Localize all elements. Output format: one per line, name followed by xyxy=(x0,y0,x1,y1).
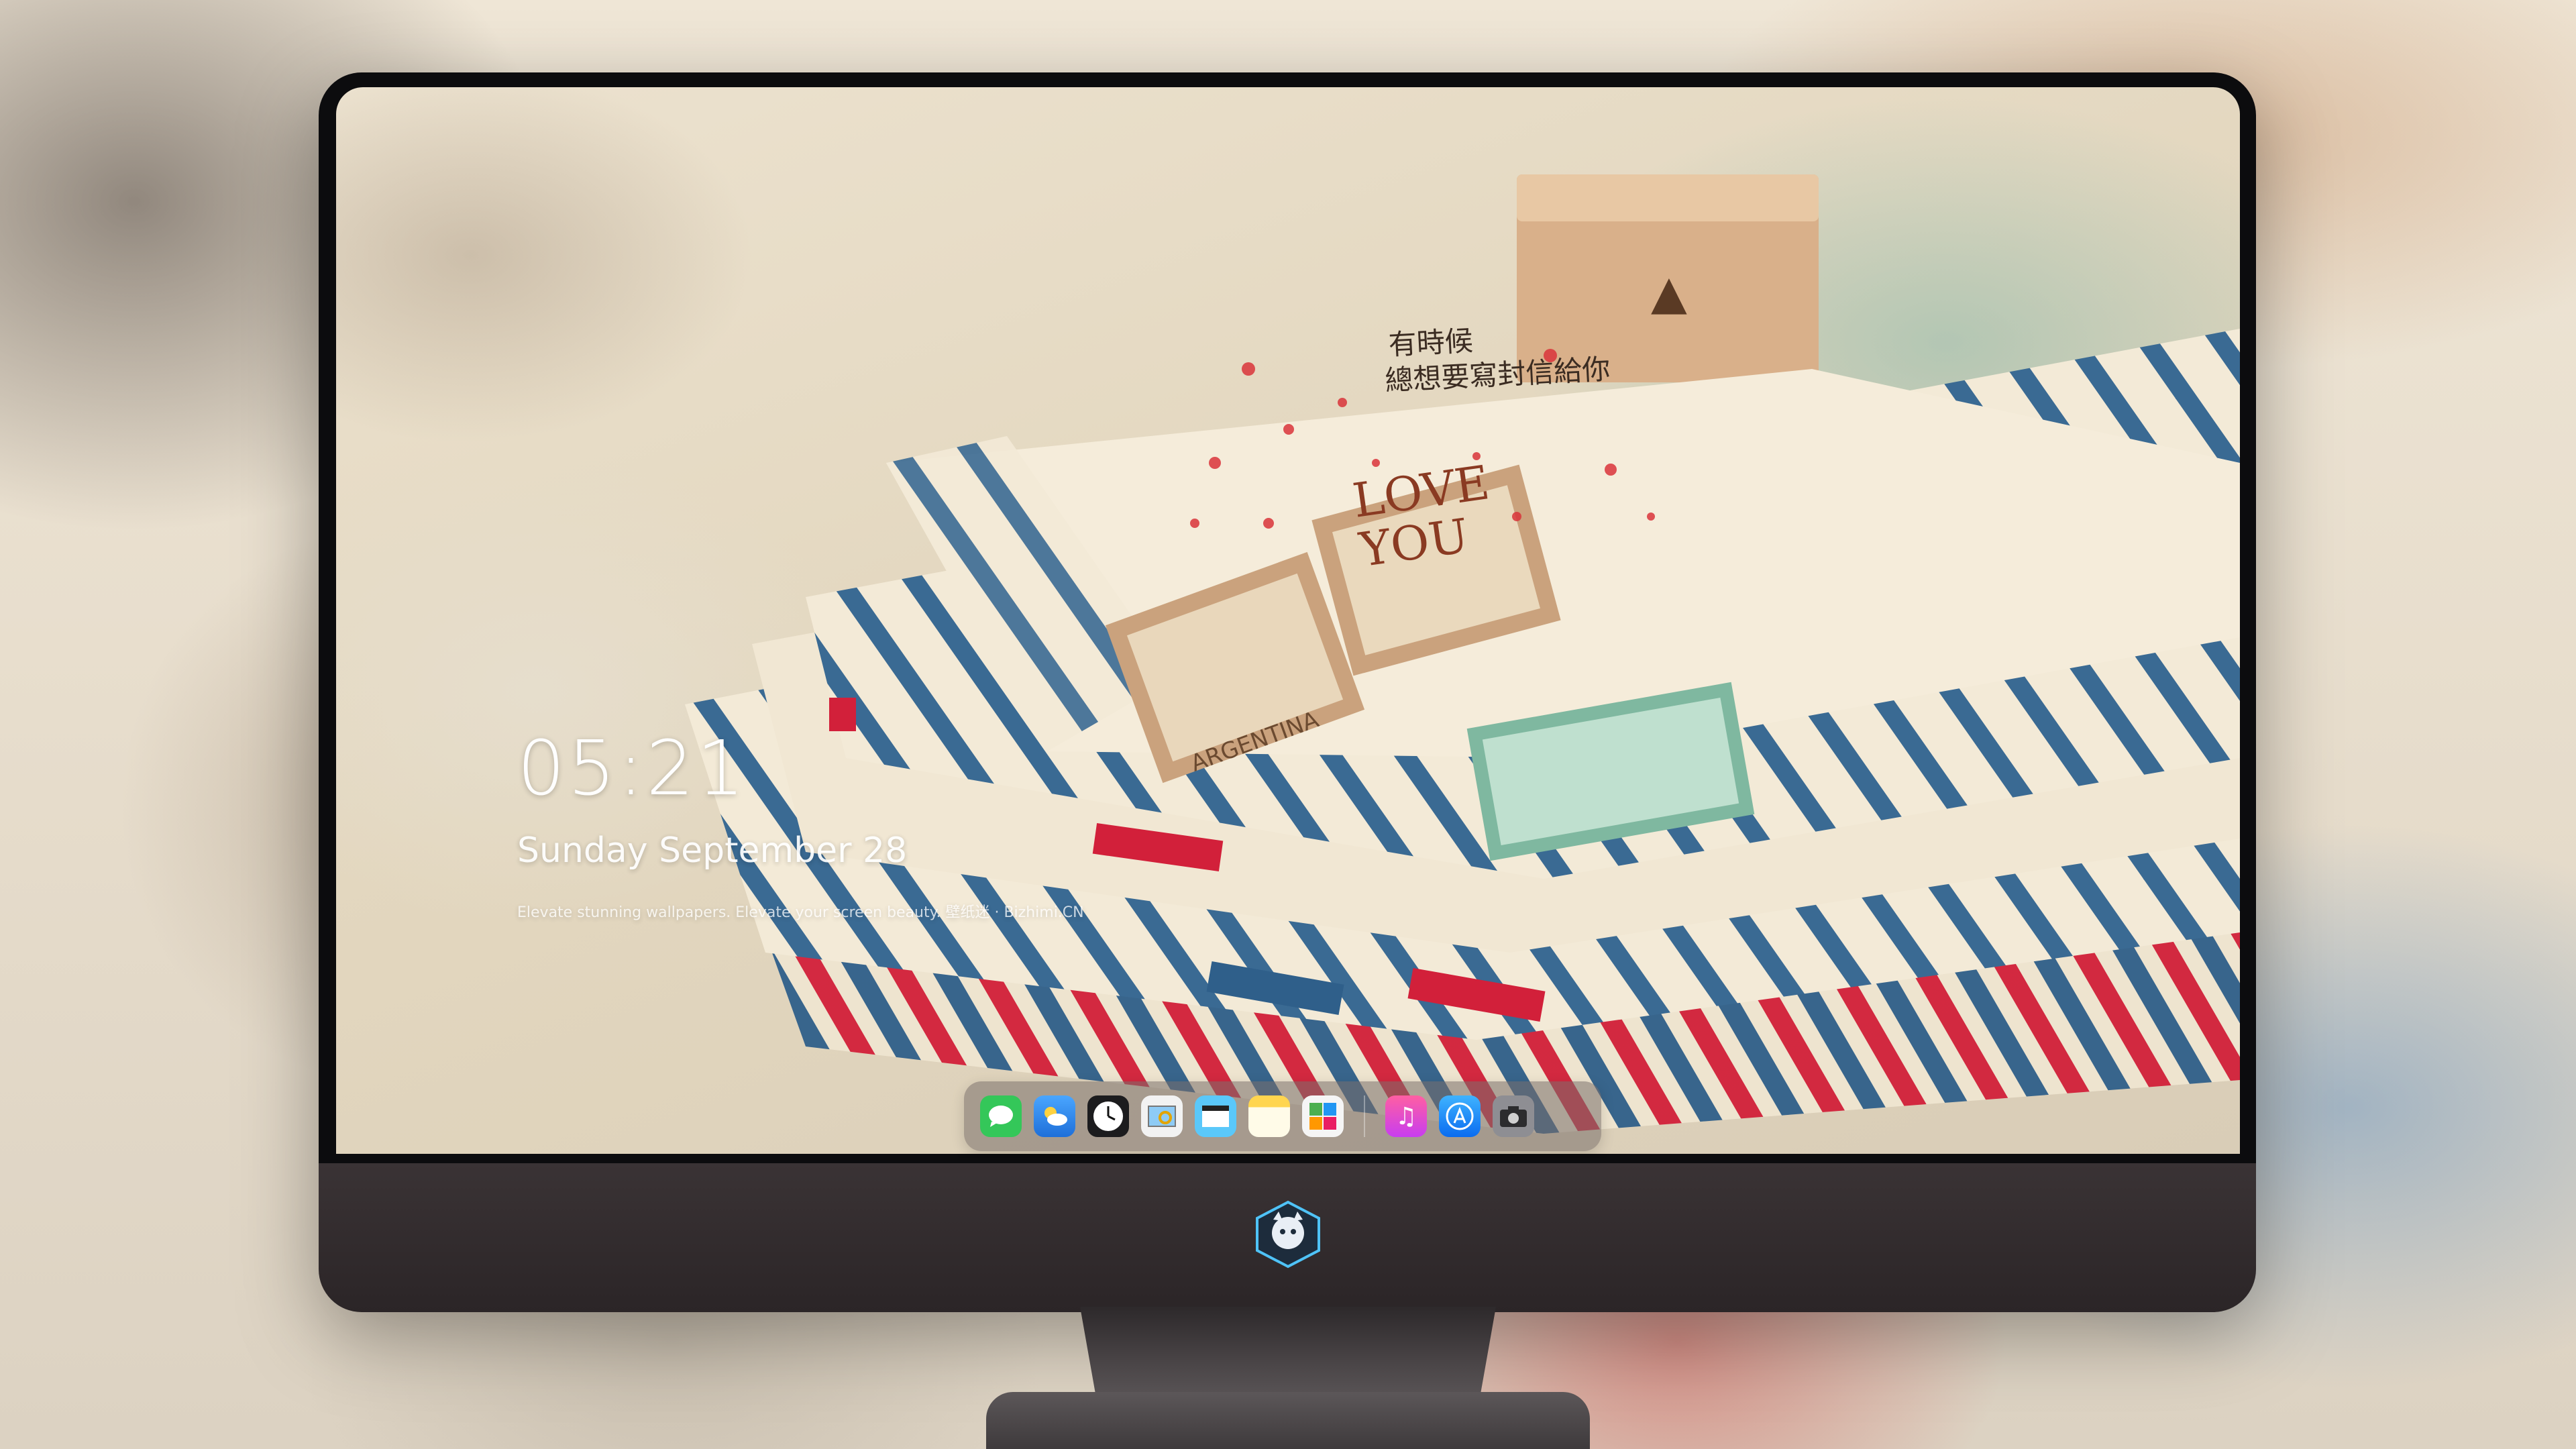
messages-icon[interactable] xyxy=(980,1095,1022,1137)
clock-date: Sunday September 28 xyxy=(517,830,908,871)
clock-icon[interactable] xyxy=(1087,1095,1129,1137)
app-store-icon[interactable] xyxy=(1439,1095,1481,1137)
monitor-stand-neck xyxy=(1080,1307,1496,1401)
photo-booth-icon[interactable] xyxy=(1302,1095,1344,1137)
clips-icon[interactable] xyxy=(1195,1095,1236,1137)
lock-clock: 05:21 Sunday September 28 Elevate stunni… xyxy=(517,731,1084,922)
svg-text:▲: ▲ xyxy=(1651,265,1687,320)
clock-time: 05:21 xyxy=(517,725,747,812)
music-icon[interactable]: ♫ xyxy=(1385,1095,1427,1137)
monitor-stand-base xyxy=(986,1392,1590,1449)
dock: ♫ xyxy=(964,1081,1601,1151)
wallpaper-envelopes: ▲ ARGENTINA xyxy=(685,174,2240,1134)
dock-separator xyxy=(1364,1095,1365,1137)
desktop-screen: ▲ ARGENTINA 有時候 總想要寫封信給你 LOVE YOU 05:21 … xyxy=(336,87,2240,1154)
brand-logo-icon xyxy=(1256,1200,1320,1269)
weather-icon[interactable] xyxy=(1034,1095,1075,1137)
notes-icon[interactable] xyxy=(1248,1095,1290,1137)
preview-icon[interactable] xyxy=(1141,1095,1183,1137)
handwritten-quote: 有時候 總想要寫封信給你 xyxy=(1384,316,1611,398)
camera-icon[interactable] xyxy=(1493,1095,1534,1137)
wallpaper-tagline: Elevate stunning wallpapers. Elevate you… xyxy=(517,904,1084,921)
